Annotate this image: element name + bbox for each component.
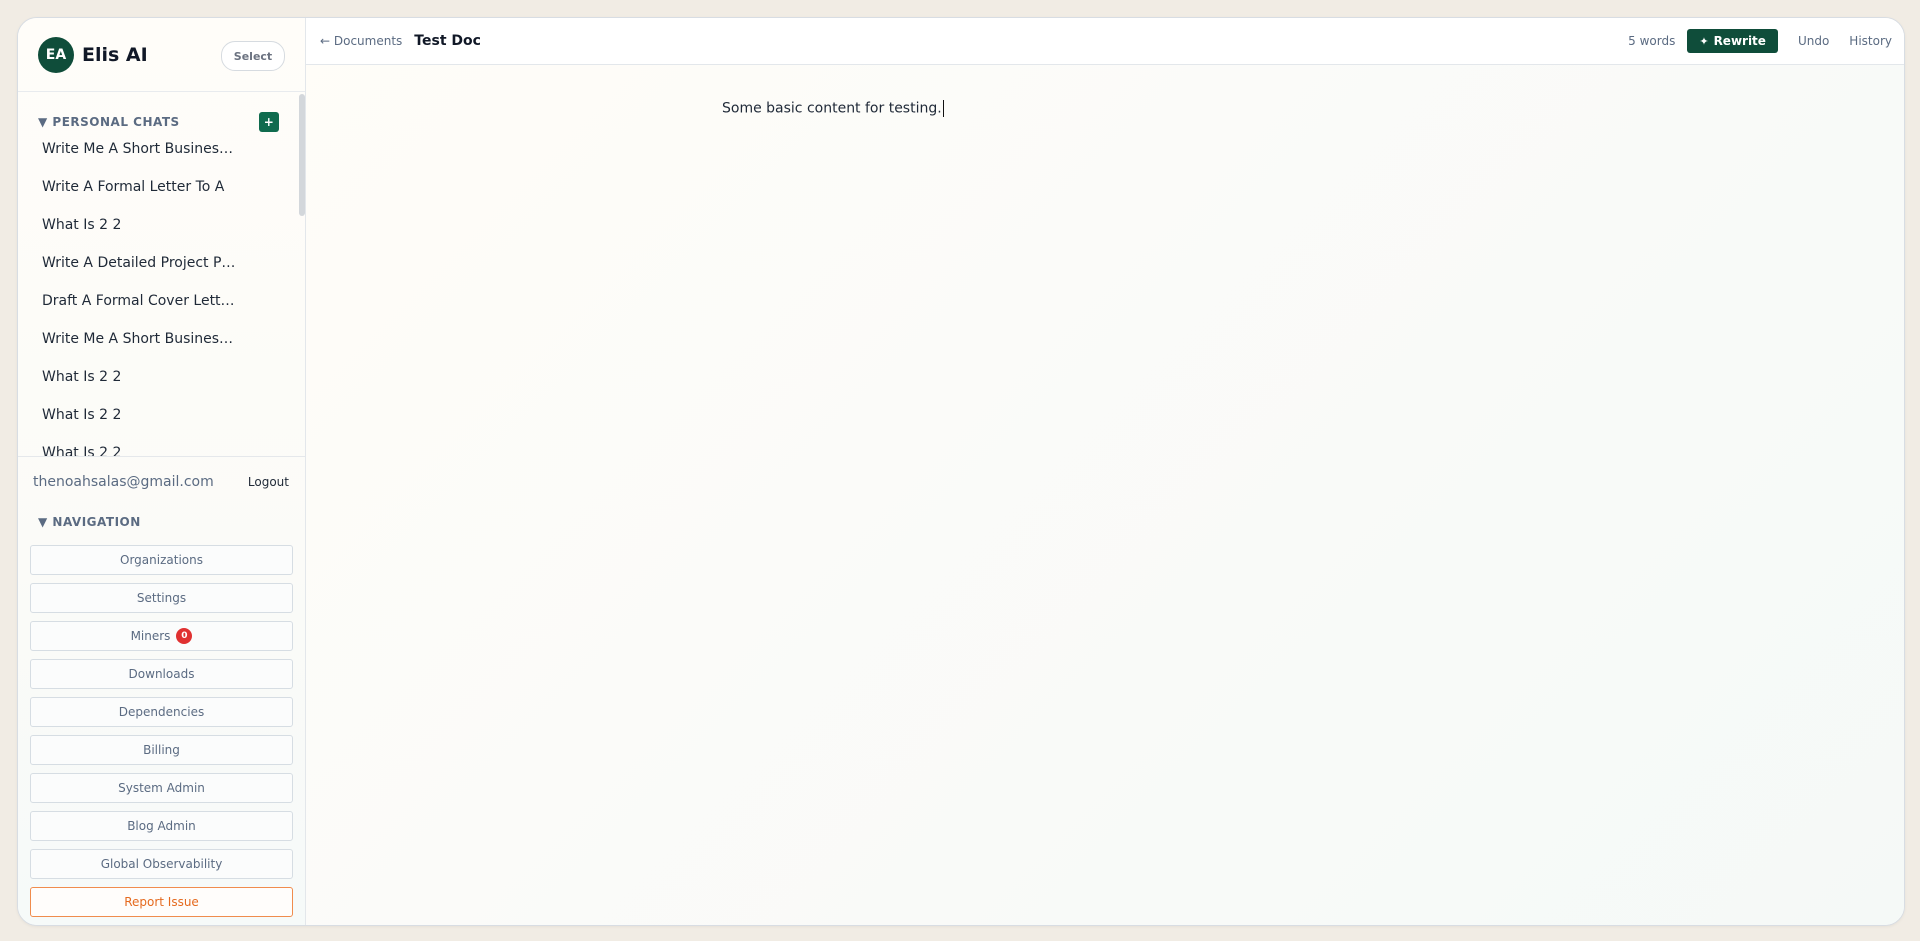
- user-row: thenoahsalas@gmail.com Logout: [18, 457, 305, 508]
- brand-name: Elis AI: [82, 43, 148, 66]
- nav-organizations-button[interactable]: Organizations: [30, 545, 293, 575]
- document-editor: ← Documents Test Doc 5 words ✦ Rewrite U…: [306, 18, 1904, 925]
- chat-list-item[interactable]: Write A Detailed Project P…: [18, 244, 305, 282]
- user-email: thenoahsalas@gmail.com: [33, 474, 214, 491]
- history-button[interactable]: History: [1849, 34, 1892, 48]
- document-body[interactable]: Some basic content for testing.: [722, 100, 944, 117]
- undo-button[interactable]: Undo: [1798, 34, 1829, 48]
- word-count: 5 words: [1628, 34, 1676, 48]
- navigation-label: ▼ NAVIGATION: [38, 515, 141, 530]
- rewrite-label: Rewrite: [1713, 34, 1766, 48]
- chat-list-item[interactable]: What Is 2 2: [18, 396, 305, 434]
- nav-miners-button[interactable]: Miners 0: [30, 621, 293, 651]
- chat-list-item[interactable]: Write Me A Short Busines…: [18, 130, 305, 168]
- chats-scrollbar[interactable]: [299, 94, 305, 217]
- report-issue-button[interactable]: Report Issue: [30, 887, 293, 917]
- editor-toolbar: ← Documents Test Doc 5 words ✦ Rewrite U…: [306, 18, 1904, 65]
- text-caret: [942, 100, 944, 117]
- nav-blog-admin-button[interactable]: Blog Admin: [30, 811, 293, 841]
- chat-list-item[interactable]: What Is 2 2: [18, 434, 305, 455]
- chat-list-item[interactable]: Draft A Formal Cover Lett…: [18, 282, 305, 320]
- add-chat-button[interactable]: +: [259, 112, 279, 133]
- chat-list-item[interactable]: What Is 2 2: [18, 358, 305, 396]
- sparkle-icon: ✦: [1699, 34, 1709, 48]
- sidebar: EA Elis AI Select ▼ PERSONAL CHATS + Wri…: [18, 18, 306, 925]
- document-text: Some basic content for testing.: [722, 100, 942, 117]
- logout-button[interactable]: Logout: [248, 475, 289, 489]
- navigation-list: Organizations Settings Miners 0 Download…: [18, 537, 305, 925]
- miners-count-badge: 0: [176, 628, 193, 644]
- rewrite-button[interactable]: ✦ Rewrite: [1687, 29, 1778, 53]
- chat-list-item[interactable]: Write Me A Short Busines…: [18, 320, 305, 358]
- personal-chats-section: ▼ PERSONAL CHATS + Write Me A Short Busi…: [18, 92, 305, 457]
- nav-billing-button[interactable]: Billing: [30, 735, 293, 765]
- chat-list-item[interactable]: Write A Formal Letter To A: [18, 168, 305, 206]
- nav-settings-button[interactable]: Settings: [30, 583, 293, 613]
- personal-chats-heading[interactable]: ▼ PERSONAL CHATS +: [18, 112, 305, 133]
- nav-miners-label: Miners: [130, 629, 171, 643]
- nav-system-admin-button[interactable]: System Admin: [30, 773, 293, 803]
- app-window: EA Elis AI Select ▼ PERSONAL CHATS + Wri…: [17, 17, 1905, 926]
- brand-header: EA Elis AI Select: [18, 18, 305, 93]
- navigation-heading[interactable]: ▼ NAVIGATION: [18, 508, 305, 537]
- personal-chats-label: ▼ PERSONAL CHATS: [38, 115, 180, 130]
- nav-global-observability-button[interactable]: Global Observability: [30, 849, 293, 879]
- avatar[interactable]: EA: [38, 36, 74, 73]
- nav-dependencies-button[interactable]: Dependencies: [30, 697, 293, 727]
- chat-list: Write Me A Short Busines… Write A Formal…: [18, 130, 305, 455]
- toolbar-actions: 5 words ✦ Rewrite Undo History: [1628, 18, 1892, 64]
- back-to-documents-link[interactable]: ← Documents: [320, 34, 402, 48]
- select-button[interactable]: Select: [221, 41, 285, 71]
- chat-list-item[interactable]: What Is 2 2: [18, 206, 305, 244]
- nav-downloads-button[interactable]: Downloads: [30, 659, 293, 689]
- document-title[interactable]: Test Doc: [414, 33, 481, 49]
